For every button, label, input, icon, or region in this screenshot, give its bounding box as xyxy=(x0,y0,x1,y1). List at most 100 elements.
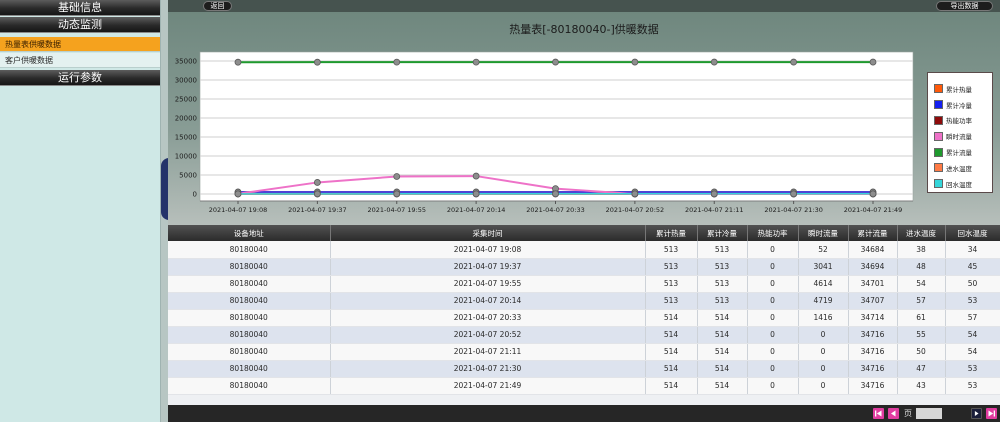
cell-inlet-temp: 54 xyxy=(897,275,946,293)
next-page-icon[interactable] xyxy=(971,408,982,419)
cell-heat-power: 0 xyxy=(747,292,799,310)
cell-return-temp: 57 xyxy=(945,309,1000,327)
legend-item[interactable]: 累计冷量 xyxy=(934,97,992,113)
legend-label: 进水温度 xyxy=(946,164,972,173)
data-point xyxy=(472,58,480,66)
cell-inlet-temp: 48 xyxy=(897,258,946,276)
cell-instant-flow: 0 xyxy=(798,326,849,344)
chart-panel: 热量表[-80180040-]供暖数据 0 5000 10000 15000 20000 2… xyxy=(168,12,1000,225)
cell-device-address: 80180040 xyxy=(168,377,331,395)
x-tick-label: 2021-04-07 19:55 xyxy=(367,206,426,214)
legend-item[interactable]: 回水温度 xyxy=(934,176,992,192)
legend-item[interactable]: 累计流量 xyxy=(934,144,992,160)
table-row: 80180040 2021-04-07 19:55 513 513 0 4614 34701… xyxy=(168,275,1000,293)
cell-cumulative-heat: 514 xyxy=(645,360,698,378)
legend-item[interactable]: 累计热量 xyxy=(934,81,992,97)
legend-swatch xyxy=(934,131,943,141)
sidebar-item-customer-data[interactable]: 客户供暖数据 xyxy=(0,53,160,68)
cell-cumulative-cooling: 513 xyxy=(697,241,748,259)
y-tick-label: 35000 xyxy=(175,58,197,66)
legend-swatch xyxy=(934,100,943,110)
cell-cumulative-flow: 34716 xyxy=(848,360,898,378)
cell-device-address: 80180040 xyxy=(168,292,331,310)
cell-collect-time: 2021-04-07 19:55 xyxy=(330,275,646,293)
column-header-cumulative-heat: 累计热量 xyxy=(645,225,698,241)
back-button[interactable]: 返回 xyxy=(203,1,232,11)
cell-cumulative-cooling: 514 xyxy=(697,343,748,361)
chart-svg: 热量表[-80180040-]供暖数据 0 5000 10000 15000 20000 2… xyxy=(175,22,914,214)
legend-label: 累计冷量 xyxy=(946,101,972,110)
cell-device-address: 80180040 xyxy=(168,258,331,276)
data-point xyxy=(631,58,639,66)
data-point xyxy=(234,58,242,66)
y-tick-label: 20000 xyxy=(175,115,197,123)
cell-cumulative-flow: 34714 xyxy=(848,309,898,327)
sidebar-section-dynamic-monitoring[interactable]: 动态监测 xyxy=(0,17,160,33)
cell-collect-time: 2021-04-07 20:52 xyxy=(330,326,646,344)
data-point xyxy=(472,172,480,180)
chart-title: 热量表[-80180040-]供暖数据 xyxy=(509,22,659,36)
x-tick-label: 2021-04-07 20:14 xyxy=(447,206,506,214)
legend-label: 累计流量 xyxy=(946,149,972,158)
cell-collect-time: 2021-04-07 20:33 xyxy=(330,309,646,327)
chart-legend: 累计热量累计冷量热能功率瞬时流量累计流量进水温度回水温度 xyxy=(927,72,993,193)
legend-swatch xyxy=(934,84,943,94)
cell-instant-flow: 0 xyxy=(798,343,849,361)
column-header-inlet-temp: 进水温度 xyxy=(897,225,946,241)
x-tick-label: 2021-04-07 19:37 xyxy=(288,206,347,214)
cell-inlet-temp: 57 xyxy=(897,292,946,310)
sidebar-section-run-parameters[interactable]: 运行参数 xyxy=(0,70,160,86)
cell-return-temp: 53 xyxy=(945,377,1000,395)
cell-device-address: 80180040 xyxy=(168,360,331,378)
sidebar-section-basic-info[interactable]: 基础信息 xyxy=(0,0,160,16)
legend-item[interactable]: 瞬时流量 xyxy=(934,128,992,144)
first-page-icon[interactable] xyxy=(873,408,884,419)
table-header-row: 设备地址 采集时间 累计热量 累计冷量 热能功率 瞬时流量 累计流量 进水温度 回水温度 xyxy=(168,225,1000,241)
cell-cumulative-heat: 514 xyxy=(645,377,698,395)
legend-label: 瞬时流量 xyxy=(946,133,972,142)
table-row: 80180040 2021-04-07 19:08 513 513 0 52 34684 38… xyxy=(168,241,1000,259)
data-point xyxy=(313,58,321,66)
table-row: 80180040 2021-04-07 21:11 514 514 0 0 34716 50 5… xyxy=(168,343,1000,361)
x-tick-label: 2021-04-07 20:52 xyxy=(606,206,665,214)
legend-item[interactable]: 进水温度 xyxy=(934,160,992,176)
y-tick-label: 30000 xyxy=(175,77,197,85)
legend-swatch xyxy=(934,115,943,125)
page-number-input[interactable] xyxy=(916,408,942,419)
column-header-device-address: 设备地址 xyxy=(168,225,331,241)
legend-swatch xyxy=(934,163,943,173)
cell-return-temp: 53 xyxy=(945,360,1000,378)
sidebar-item-heat-meter-data[interactable]: 热量表供暖数据 xyxy=(0,37,160,52)
legend-swatch xyxy=(934,179,943,189)
prev-page-icon[interactable] xyxy=(888,408,899,419)
cell-collect-time: 2021-04-07 21:11 xyxy=(330,343,646,361)
cell-cumulative-cooling: 514 xyxy=(697,360,748,378)
column-header-return-temp: 回水温度 xyxy=(945,225,1000,241)
table-row: 80180040 2021-04-07 19:37 513 513 0 3041 34694… xyxy=(168,258,1000,276)
data-point xyxy=(313,179,321,186)
cell-cumulative-flow: 34694 xyxy=(848,258,898,276)
cell-instant-flow: 3041 xyxy=(798,258,849,276)
data-point xyxy=(313,190,321,198)
cell-collect-time: 2021-04-07 21:49 xyxy=(330,377,646,395)
export-data-button[interactable]: 导出数据 xyxy=(936,1,993,11)
cell-return-temp: 34 xyxy=(945,241,1000,259)
data-point xyxy=(393,58,401,66)
cell-inlet-temp: 38 xyxy=(897,241,946,259)
cell-cumulative-cooling: 514 xyxy=(697,326,748,344)
cell-cumulative-flow: 34716 xyxy=(848,377,898,395)
table-row: 80180040 2021-04-07 21:49 514 514 0 0 34716 43 5… xyxy=(168,377,1000,395)
cell-collect-time: 2021-04-07 20:14 xyxy=(330,292,646,310)
cell-return-temp: 53 xyxy=(945,292,1000,310)
pagination-bar: 页 xyxy=(168,405,1000,422)
cell-cumulative-cooling: 514 xyxy=(697,309,748,327)
legend-item[interactable]: 热能功率 xyxy=(934,113,992,129)
cell-inlet-temp: 43 xyxy=(897,377,946,395)
legend-label: 回水温度 xyxy=(946,180,972,189)
cell-cumulative-cooling: 513 xyxy=(697,292,748,310)
data-point xyxy=(472,190,480,198)
cell-cumulative-flow: 34684 xyxy=(848,241,898,259)
data-point xyxy=(790,190,798,198)
column-header-instant-flow: 瞬时流量 xyxy=(798,225,849,241)
last-page-icon[interactable] xyxy=(986,408,997,419)
